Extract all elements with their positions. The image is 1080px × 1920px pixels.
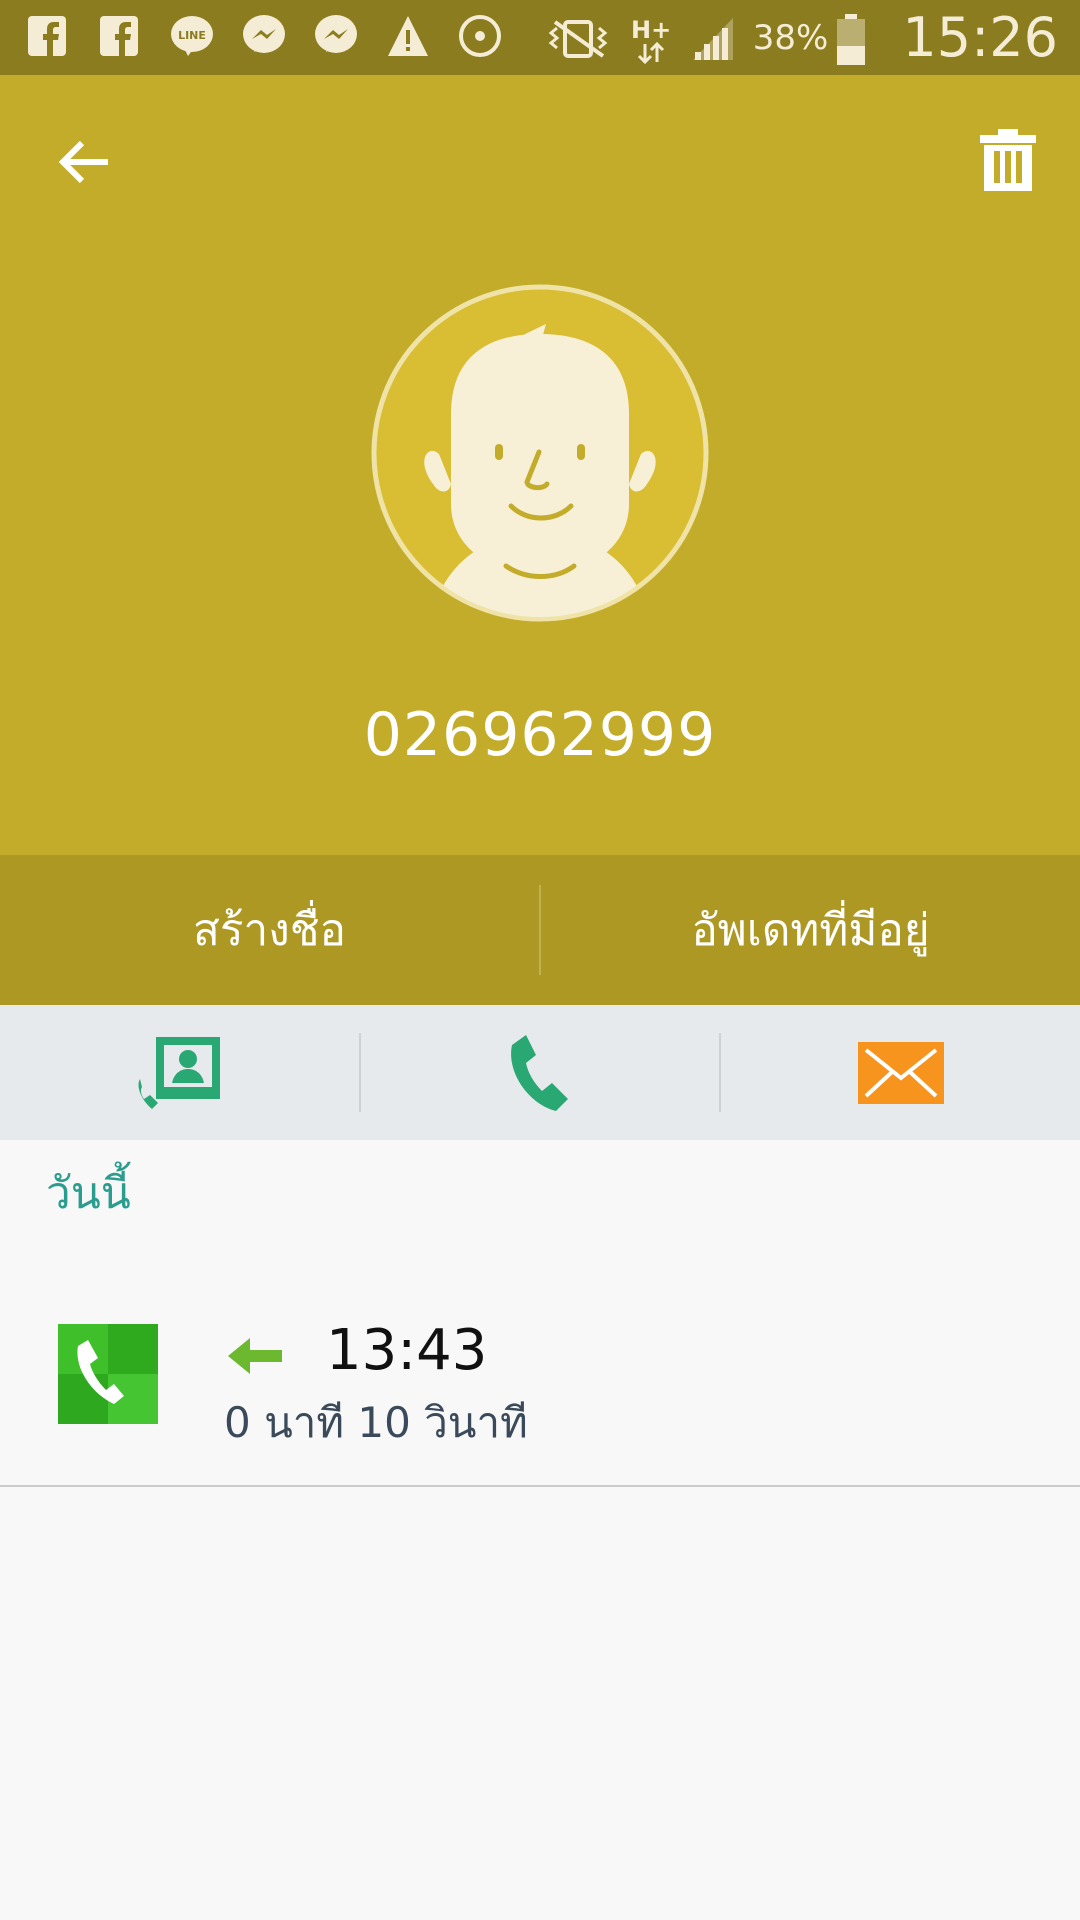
svg-text:LINE: LINE — [178, 29, 206, 42]
trash-icon — [980, 129, 1036, 191]
contact-actions-bar: สร้างชื่อ อัพเดทที่มีอยู่ — [0, 855, 1080, 1005]
create-contact-button[interactable]: สร้างชื่อ — [0, 855, 539, 1005]
contact-header: 026962999 — [0, 75, 1080, 855]
message-button[interactable] — [721, 1005, 1080, 1140]
phone-icon — [511, 1034, 568, 1111]
avatar — [371, 284, 709, 622]
call-log-row[interactable]: 13:43 0 นาที 10 วินาที — [0, 1290, 1080, 1485]
incoming-arrow-icon — [228, 1338, 282, 1374]
call-button[interactable] — [361, 1005, 720, 1140]
call-log-icon — [58, 1324, 158, 1424]
battery-icon — [836, 13, 866, 65]
status-bar: LINE H+ 38% 15:26 — [0, 0, 1080, 75]
message-icon — [857, 1041, 944, 1104]
system-icons: H+ 38% 15:26 — [543, 0, 1058, 75]
update-existing-button[interactable]: อัพเดทที่มีอยู่ — [541, 855, 1080, 1005]
person-avatar-icon — [371, 284, 709, 622]
facebook-icon — [26, 12, 70, 60]
phone-number: 026962999 — [363, 700, 717, 770]
status-clock: 15:26 — [902, 6, 1058, 69]
notification-icons: LINE — [26, 12, 530, 60]
contact-call-icon — [138, 1036, 221, 1109]
network-icon: H+ — [631, 14, 673, 64]
facebook-icon — [98, 12, 142, 60]
delete-button[interactable] — [980, 129, 1036, 191]
svg-text:H+: H+ — [631, 16, 671, 44]
messenger-icon — [242, 12, 286, 60]
signal-icon — [691, 14, 735, 62]
row-divider — [0, 1485, 1080, 1487]
vibrate-icon — [543, 14, 613, 62]
record-icon — [458, 12, 502, 60]
video-call-button[interactable] — [0, 1005, 359, 1140]
quick-actions-bar — [0, 1005, 1080, 1140]
call-duration: 0 นาที 10 วินาที — [224, 1398, 528, 1447]
call-time: 13:43 — [326, 1318, 488, 1383]
battery-percent: 38% — [752, 17, 829, 58]
messenger-icon — [314, 12, 358, 60]
line-icon: LINE — [170, 12, 214, 60]
section-header-today: วันนี้ — [46, 1168, 131, 1219]
back-button[interactable] — [54, 131, 116, 193]
back-arrow-icon — [58, 140, 108, 184]
warning-icon — [386, 12, 430, 60]
